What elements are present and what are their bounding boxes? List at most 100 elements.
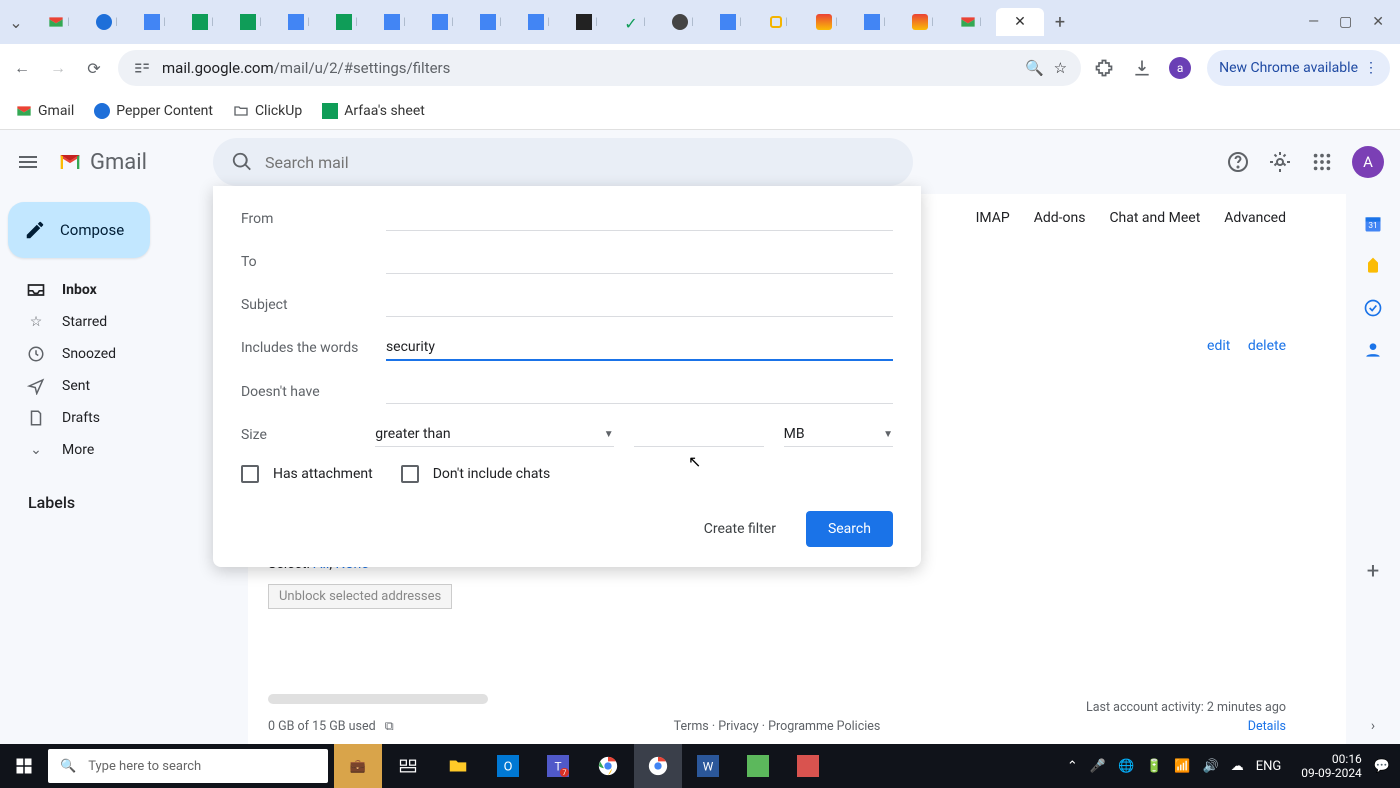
close-tab-icon[interactable]: ✕ [1014, 14, 1026, 30]
contacts-icon[interactable] [1363, 340, 1383, 360]
task-briefcase[interactable]: 💼 [334, 744, 382, 788]
browser-tab[interactable]: | [900, 8, 946, 36]
settings-tab-imap[interactable]: IMAP [976, 210, 1010, 226]
to-input[interactable] [386, 249, 893, 274]
edit-link[interactable]: edit [1207, 338, 1230, 354]
keep-icon[interactable] [1363, 256, 1383, 276]
task-camtasia-red[interactable] [784, 744, 832, 788]
start-button[interactable] [0, 744, 48, 788]
browser-tab[interactable]: | [516, 8, 562, 36]
browser-tab[interactable]: | [180, 8, 226, 36]
add-addon-button[interactable]: + [1367, 559, 1379, 584]
task-camtasia-green[interactable] [734, 744, 782, 788]
tray-chevron-icon[interactable]: ⌃ [1067, 759, 1078, 774]
nav-drafts[interactable]: Drafts [8, 402, 240, 434]
settings-tab-addons[interactable]: Add-ons [1034, 210, 1086, 226]
settings-gear-icon[interactable] [1268, 150, 1292, 174]
browser-tab[interactable]: | [420, 8, 466, 36]
new-chrome-button[interactable]: New Chrome available ⋮ [1207, 50, 1390, 86]
tray-battery-icon[interactable]: 🔋 [1146, 759, 1162, 774]
tray-volume-icon[interactable]: 🔊 [1203, 759, 1219, 774]
has-attachment-checkbox[interactable]: Has attachment [241, 465, 373, 483]
reload-button[interactable]: ⟳ [82, 56, 106, 80]
help-icon[interactable] [1226, 150, 1250, 174]
task-outlook[interactable]: O [484, 744, 532, 788]
tray-mic-icon[interactable]: 🎤 [1090, 759, 1106, 774]
minimize-icon[interactable]: — [1308, 14, 1319, 30]
bookmark-clickup[interactable]: ClickUp [233, 103, 302, 119]
browser-tab[interactable]: | [660, 8, 706, 36]
browser-tab[interactable]: | [708, 8, 754, 36]
tasks-icon[interactable] [1363, 298, 1383, 318]
dont-include-chats-checkbox[interactable]: Don't include chats [401, 465, 551, 483]
forward-button[interactable]: → [46, 56, 70, 80]
site-info-icon[interactable] [132, 58, 152, 78]
nav-sent[interactable]: Sent [8, 370, 240, 402]
browser-tab[interactable]: | [564, 8, 610, 36]
tray-wifi-icon[interactable]: 📶 [1174, 759, 1190, 774]
close-window-icon[interactable]: ✕ [1372, 14, 1384, 30]
browser-tab[interactable]: | [852, 8, 898, 36]
main-menu-icon[interactable] [16, 150, 40, 174]
tray-language[interactable]: ENG [1256, 759, 1282, 774]
back-button[interactable]: ← [10, 56, 34, 80]
browser-tab[interactable]: | [84, 8, 130, 36]
browser-tab[interactable]: | [804, 8, 850, 36]
tab-dropdown-icon[interactable]: ⌄ [6, 13, 26, 32]
task-chrome-active[interactable] [634, 744, 682, 788]
zoom-icon[interactable]: 🔍 [1025, 59, 1044, 77]
tray-globe-icon[interactable]: 🌐 [1118, 759, 1134, 774]
search-mail-bar[interactable] [213, 138, 913, 186]
settings-tab-advanced[interactable]: Advanced [1224, 210, 1286, 226]
browser-tab[interactable]: | [756, 8, 802, 36]
bookmark-pepper[interactable]: Pepper Content [94, 103, 213, 119]
search-button[interactable]: Search [806, 511, 893, 547]
browser-tab[interactable]: | [132, 8, 178, 36]
account-avatar[interactable]: A [1352, 146, 1384, 178]
taskbar-search[interactable]: 🔍 Type here to search [48, 749, 328, 783]
terms-link[interactable]: Terms [674, 719, 709, 734]
task-explorer[interactable] [434, 744, 482, 788]
nav-snoozed[interactable]: Snoozed [8, 338, 240, 370]
tray-clock[interactable]: 00:16 09-09-2024 [1301, 752, 1362, 780]
side-panel-collapse-icon[interactable]: › [1371, 718, 1375, 734]
task-teams[interactable]: T7 [534, 744, 582, 788]
nav-more[interactable]: ⌄ More [8, 434, 240, 466]
apps-grid-icon[interactable] [1310, 150, 1334, 174]
bookmark-gmail[interactable]: Gmail [16, 103, 74, 119]
settings-tab-chat[interactable]: Chat and Meet [1109, 210, 1200, 226]
delete-link[interactable]: delete [1248, 338, 1286, 354]
create-filter-button[interactable]: Create filter [692, 513, 788, 545]
browser-tab[interactable]: | [324, 8, 370, 36]
bookmark-star-icon[interactable]: ☆ [1054, 59, 1067, 77]
details-link[interactable]: Details [1086, 719, 1286, 734]
tray-onedrive-icon[interactable]: ☁ [1231, 759, 1244, 774]
browser-tab[interactable]: | [36, 8, 82, 36]
privacy-link[interactable]: Privacy [718, 719, 758, 734]
from-input[interactable] [386, 206, 893, 231]
bookmark-arfaa[interactable]: Arfaa's sheet [322, 103, 425, 119]
maximize-icon[interactable]: ▢ [1339, 14, 1352, 30]
browser-tab[interactable]: | [468, 8, 514, 36]
task-chrome[interactable] [584, 744, 632, 788]
browser-tab[interactable]: | [948, 8, 994, 36]
policies-link[interactable]: Programme Policies [768, 719, 880, 734]
compose-button[interactable]: Compose [8, 202, 150, 258]
browser-tab[interactable]: | [276, 8, 322, 36]
browser-tab[interactable]: | [372, 8, 418, 36]
includes-input[interactable] [386, 335, 893, 361]
chrome-profile-avatar[interactable]: a [1169, 57, 1191, 79]
gmail-logo[interactable]: Gmail [56, 148, 147, 176]
browser-tab[interactable]: | [228, 8, 274, 36]
subject-input[interactable] [386, 292, 893, 317]
task-word[interactable]: W [684, 744, 732, 788]
browser-tab[interactable]: ✓| [612, 8, 658, 36]
nav-inbox[interactable]: Inbox 5 [8, 274, 240, 306]
open-new-icon[interactable]: ⧉ [385, 719, 394, 734]
size-unit-select[interactable]: MB▼ [784, 422, 893, 447]
doesnt-input[interactable] [386, 379, 893, 404]
extensions-icon[interactable] [1093, 57, 1115, 79]
search-input[interactable] [265, 153, 895, 172]
omnibox[interactable]: mail.google.com/mail/u/2/#settings/filte… [118, 50, 1081, 86]
nav-starred[interactable]: ☆ Starred [8, 306, 240, 338]
